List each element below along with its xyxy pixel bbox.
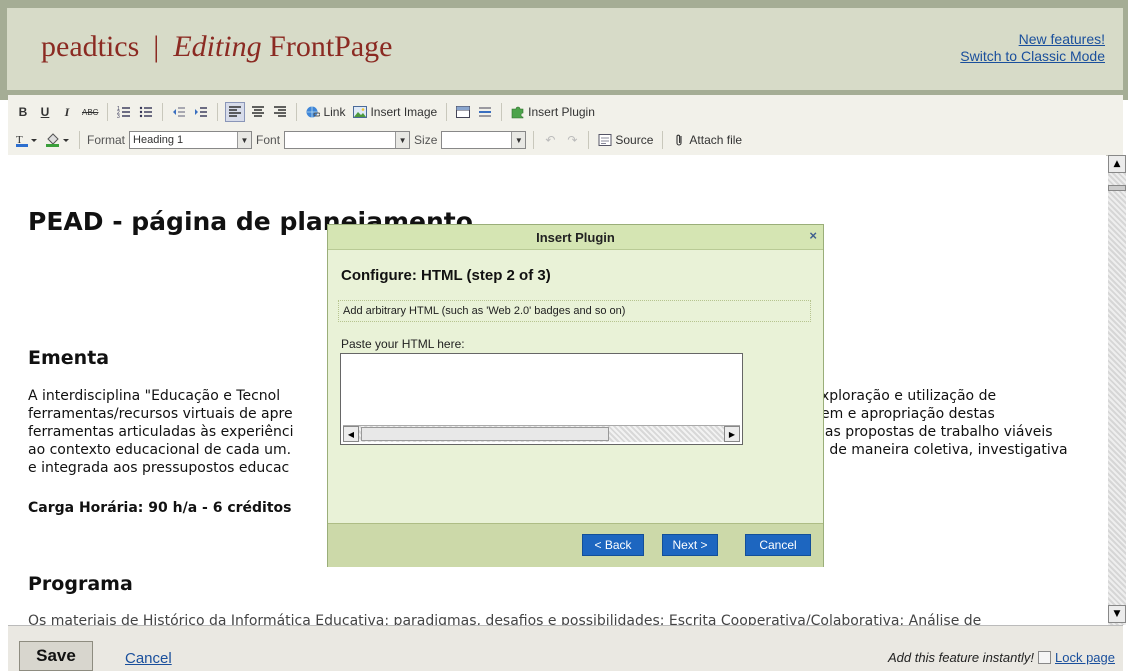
- back-button[interactable]: < Back: [582, 534, 644, 556]
- carga-horaria: Carga Horária: 90 h/a - 6 créditos: [28, 500, 292, 516]
- align-right-icon[interactable]: [271, 103, 289, 121]
- ementa-heading: Ementa: [28, 347, 110, 369]
- lock-page-checkbox[interactable]: [1038, 651, 1051, 664]
- editor-scrollbar[interactable]: ▲ ▼: [1108, 155, 1126, 625]
- brand-name: peadtics: [41, 30, 140, 63]
- toolbar-divider: [588, 131, 590, 149]
- programa-text: Os materiais de Histórico da Informática…: [28, 613, 982, 625]
- source-icon: [598, 134, 612, 146]
- toolbar-divider: [446, 103, 448, 121]
- toolbar-row-2: T Format Heading 1 ▼ Font ▼ Size ▼ ↶ ↷ S…: [14, 129, 744, 151]
- cancel-link[interactable]: Cancel: [125, 650, 172, 667]
- underline-button[interactable]: U: [36, 103, 54, 121]
- scroll-right-icon[interactable]: ▶: [724, 426, 740, 442]
- programa-heading: Programa: [28, 573, 133, 595]
- html-textarea[interactable]: ◀ ▶: [340, 353, 743, 445]
- puzzle-icon: [511, 106, 524, 119]
- indent-icon[interactable]: [192, 103, 210, 121]
- format-select[interactable]: Heading 1 ▼: [129, 131, 253, 149]
- text-color-icon: T: [16, 134, 37, 147]
- dialog-title-bar[interactable]: Insert Plugin ×: [328, 225, 823, 250]
- classic-mode-link[interactable]: Switch to Classic Mode: [960, 48, 1105, 65]
- strikethrough-button[interactable]: ABC: [80, 103, 100, 121]
- redo-icon[interactable]: ↷: [563, 131, 581, 149]
- title-separator: |: [153, 30, 160, 63]
- align-left-icon[interactable]: [225, 102, 246, 122]
- size-label: Size: [414, 133, 438, 147]
- size-select[interactable]: ▼: [441, 131, 527, 149]
- next-button[interactable]: Next >: [662, 534, 718, 556]
- toolbar-row-1: B U I ABC 123 Link Insert Image Insert P…: [14, 101, 597, 123]
- chevron-down-icon: ▼: [511, 132, 526, 148]
- cancel-button[interactable]: Cancel: [745, 534, 811, 556]
- close-icon[interactable]: ×: [809, 228, 817, 243]
- dialog-description: Add arbitrary HTML (such as 'Web 2.0' ba…: [338, 300, 811, 322]
- dialog-footer: < Back Next > Cancel: [328, 523, 823, 567]
- toolbar-divider: [662, 131, 664, 149]
- bottom-bar: Save Cancel Add this feature instantly! …: [8, 625, 1123, 671]
- page-name: FrontPage: [269, 30, 393, 63]
- new-features-link[interactable]: New features!: [960, 31, 1105, 48]
- source-button[interactable]: Source: [596, 131, 655, 149]
- align-center-icon[interactable]: [249, 103, 267, 121]
- editing-word: Editing: [173, 30, 262, 63]
- toolbar-divider: [296, 103, 298, 121]
- bold-button[interactable]: B: [14, 103, 32, 121]
- horizontal-rule-icon[interactable]: [476, 103, 494, 121]
- font-select[interactable]: ▼: [284, 131, 411, 149]
- svg-text:3: 3: [117, 114, 120, 119]
- chevron-down-icon: ▼: [395, 132, 410, 148]
- lock-page-area: Add this feature instantly! Lock page: [888, 650, 1115, 665]
- numbered-list-icon[interactable]: 123: [115, 103, 133, 121]
- scroll-thumb[interactable]: [361, 427, 609, 441]
- dialog-title: Insert Plugin: [536, 229, 615, 245]
- outdent-icon[interactable]: [170, 103, 188, 121]
- toolbar-divider: [162, 103, 164, 121]
- link-button[interactable]: Link: [304, 103, 347, 121]
- lock-page-link[interactable]: Lock page: [1055, 650, 1115, 665]
- format-select-value: Heading 1: [133, 134, 184, 146]
- text-color-button[interactable]: T: [14, 131, 40, 149]
- undo-icon[interactable]: ↶: [541, 131, 559, 149]
- globe-link-icon: [306, 106, 321, 118]
- background-color-button[interactable]: [44, 131, 72, 149]
- toolbar-divider: [79, 131, 80, 149]
- dialog-heading: Configure: HTML (step 2 of 3): [341, 267, 551, 284]
- paste-html-label: Paste your HTML here:: [341, 337, 465, 351]
- attach-file-button[interactable]: Attach file: [670, 131, 744, 149]
- editor-toolbar: B U I ABC 123 Link Insert Image Insert P…: [8, 95, 1123, 156]
- scroll-up-icon[interactable]: ▲: [1108, 155, 1126, 173]
- app-header: peadtics | Editing FrontPage New features!…: [7, 8, 1123, 90]
- table-icon[interactable]: [454, 103, 472, 121]
- italic-button[interactable]: I: [58, 103, 76, 121]
- format-label: Format: [87, 133, 126, 147]
- paint-bucket-icon: [46, 133, 69, 147]
- scroll-left-icon[interactable]: ◀: [343, 426, 359, 442]
- save-button[interactable]: Save: [19, 641, 93, 671]
- insert-plugin-dialog: Insert Plugin × Configure: HTML (step 2 …: [327, 224, 824, 567]
- scroll-thumb[interactable]: [1108, 185, 1126, 191]
- toolbar-divider: [533, 131, 535, 149]
- insert-image-button[interactable]: Insert Image: [351, 103, 439, 121]
- page-title: peadtics | Editing FrontPage: [41, 30, 392, 64]
- toolbar-divider: [501, 103, 503, 121]
- toolbar-divider: [107, 103, 109, 121]
- chevron-down-icon: ▼: [237, 132, 252, 148]
- paperclip-icon: [676, 134, 682, 146]
- insert-plugin-button[interactable]: Insert Plugin: [509, 103, 597, 121]
- font-label: Font: [256, 133, 281, 147]
- scroll-down-icon[interactable]: ▼: [1108, 605, 1126, 623]
- toolbar-divider: [217, 103, 219, 121]
- promo-text: Add this feature instantly!: [888, 650, 1034, 665]
- header-links: New features! Switch to Classic Mode: [960, 31, 1105, 65]
- image-icon: [353, 106, 368, 118]
- textarea-scrollbar[interactable]: ◀ ▶: [343, 425, 740, 442]
- bulleted-list-icon[interactable]: [137, 103, 155, 121]
